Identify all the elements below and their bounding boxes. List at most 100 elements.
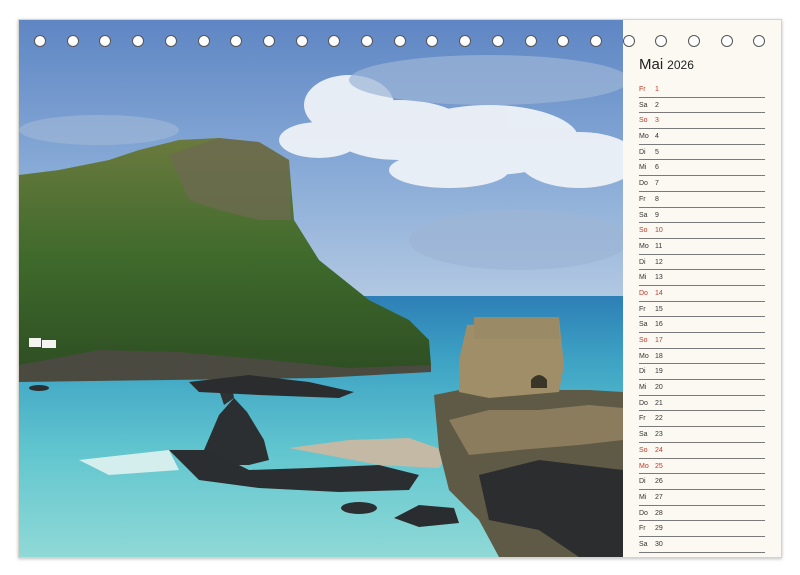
- weekday-label: Sa: [639, 211, 648, 219]
- day-number: 19: [655, 368, 663, 376]
- day-number: 15: [655, 305, 663, 313]
- weekday-label: Do: [639, 509, 648, 517]
- day-number: 28: [655, 509, 663, 517]
- day-number: 8: [655, 195, 659, 203]
- day-row: So 24: [639, 443, 765, 459]
- binding-ring: [459, 35, 472, 47]
- day-number: 25: [655, 462, 663, 470]
- binding-ring: [557, 35, 570, 47]
- weekday-label: Mo: [639, 133, 649, 141]
- weekday-label: Mo: [639, 352, 649, 360]
- day-row: Mo 11: [639, 239, 765, 255]
- binding-ring: [197, 35, 210, 47]
- weekday-label: Do: [639, 180, 648, 188]
- day-number: 3: [655, 117, 659, 125]
- day-row: Sa 23: [639, 427, 765, 443]
- weekday-label: So: [639, 554, 648, 558]
- weekday-label: So: [639, 227, 648, 235]
- weekday-label: Fr: [639, 86, 646, 93]
- day-row: Di 19: [639, 364, 765, 381]
- day-number: 27: [655, 493, 663, 501]
- weekday-label: Mi: [639, 493, 647, 501]
- weekday-label: So: [639, 117, 648, 125]
- day-row: Sa 9: [639, 208, 765, 224]
- day-row: Di 5: [639, 145, 765, 161]
- weekday-label: Di: [639, 478, 646, 486]
- day-row: Fr 1: [639, 82, 765, 98]
- weekday-label: Sa: [639, 540, 648, 548]
- binding-ring: [34, 35, 46, 47]
- weekday-label: Fr: [639, 305, 646, 313]
- day-row: Mo 25: [639, 459, 765, 475]
- year-label: 2026: [667, 58, 694, 72]
- weekday-label: Mo: [639, 242, 649, 250]
- day-row: Do 28: [639, 506, 765, 522]
- day-row: Mi 13: [639, 270, 765, 286]
- month-name: Mai: [639, 56, 664, 73]
- day-list: Fr 1 Sa 2 So 3 Mo 4 Di 5 Mi 6 Do 7 Fr 8 Sa 9 So 10 Mo 11 Di 12 M…: [639, 82, 765, 558]
- day-number: 18: [655, 352, 663, 360]
- day-number: 12: [655, 258, 663, 266]
- day-number: 22: [655, 415, 663, 423]
- coastal-photo: [19, 20, 623, 557]
- weekday-label: Mi: [639, 384, 647, 392]
- binding-ring: [295, 35, 308, 47]
- binding-ring: [66, 35, 79, 47]
- weekday-label: Do: [639, 399, 648, 407]
- weekday-label: Di: [639, 148, 646, 156]
- binding-ring: [393, 35, 406, 47]
- day-number: 10: [655, 227, 663, 235]
- weekday-label: Fr: [639, 525, 646, 533]
- weekday-label: Fr: [639, 415, 646, 423]
- binding-ring: [99, 35, 112, 47]
- binding-ring: [426, 35, 439, 47]
- day-row: Mi 6: [639, 160, 765, 177]
- day-row: Fr 8: [639, 192, 765, 208]
- day-row: Sa 16: [639, 317, 765, 333]
- day-number: 21: [655, 399, 663, 407]
- day-row: So 10: [639, 223, 765, 239]
- weekday-label: Sa: [639, 101, 648, 109]
- binding-ring: [589, 35, 602, 47]
- day-row: Di 12: [639, 255, 765, 271]
- binding-ring: [491, 35, 504, 47]
- binding-ring: [230, 35, 243, 47]
- binding-ring: [262, 35, 275, 47]
- day-number: 31: [655, 554, 663, 558]
- day-row: Mo 18: [639, 349, 765, 365]
- weekday-label: Di: [639, 368, 646, 376]
- binding-ring: [132, 35, 145, 47]
- day-number: 1: [655, 86, 659, 93]
- day-number: 4: [655, 133, 659, 141]
- day-row: Di 26: [639, 474, 765, 490]
- weekday-label: So: [639, 446, 648, 454]
- day-row: Sa 2: [639, 98, 765, 114]
- day-number: 5: [655, 148, 659, 156]
- weekday-label: Do: [639, 289, 648, 297]
- day-number: 20: [655, 384, 663, 392]
- day-number: 9: [655, 211, 659, 219]
- day-number: 7: [655, 180, 659, 188]
- weekday-label: Sa: [639, 431, 648, 439]
- day-row: So 17: [639, 333, 765, 349]
- day-row: Fr 15: [639, 302, 765, 318]
- weekday-label: Mi: [639, 164, 647, 172]
- binding-ring: [361, 35, 373, 47]
- day-row: Mi 20: [639, 380, 765, 396]
- day-number: 17: [655, 337, 663, 344]
- day-row: Mo 4: [639, 129, 765, 145]
- weekday-label: So: [639, 337, 648, 344]
- day-number: 24: [655, 446, 663, 454]
- weekday-label: Di: [639, 258, 646, 266]
- day-number: 2: [655, 101, 659, 109]
- day-number: 16: [655, 321, 663, 329]
- day-row: Fr 29: [639, 521, 765, 537]
- day-number: 26: [655, 478, 663, 486]
- weekday-label: Mo: [639, 462, 649, 470]
- day-number: 6: [655, 164, 659, 172]
- weekday-label: Mi: [639, 274, 647, 282]
- day-number: 11: [655, 242, 663, 250]
- weekday-label: Sa: [639, 321, 648, 329]
- binding-ring: [524, 35, 537, 47]
- day-row: Sa 30: [639, 537, 765, 553]
